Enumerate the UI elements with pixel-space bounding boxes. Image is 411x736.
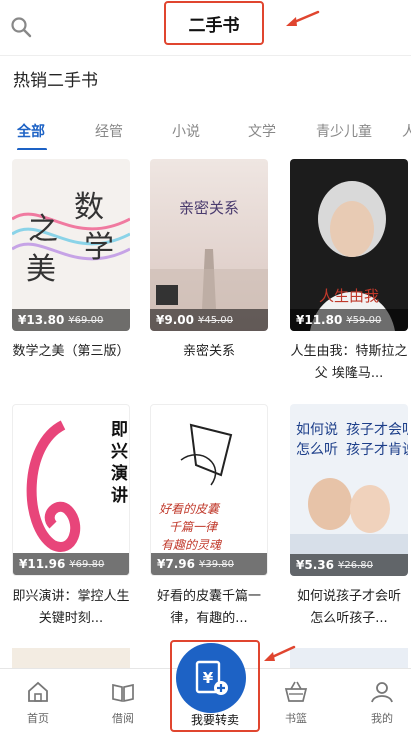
book-price: ¥9.00 — [156, 313, 194, 327]
nav-basket[interactable]: 书篮 — [266, 669, 326, 736]
cover-art-icon: 人生由我 — [310, 181, 395, 331]
cover-art-icon: 即 兴 演 讲 — [26, 420, 128, 552]
sell-button[interactable]: ¥ — [176, 643, 246, 713]
price-bar: ¥11.96 ¥69.80 — [13, 553, 129, 575]
book-cover: 好看的皮囊 千篇一律 有趣的灵魂 ¥7.96 ¥39.80 — [150, 404, 268, 576]
price-bar: ¥13.80 ¥69.00 — [12, 309, 130, 331]
cover-art-icon: 如何说 孩子才会听 怎么听 孩子才肯说 — [290, 422, 408, 576]
nav-home-label: 首页 — [27, 712, 49, 725]
tab-all[interactable]: 全部 — [17, 121, 45, 141]
book-price: ¥7.96 — [157, 557, 195, 571]
top-bar: 二手书 — [0, 0, 411, 56]
cover-art-icon: 亲密关系 — [150, 199, 268, 309]
book-price: ¥11.80 — [296, 313, 343, 327]
svg-text:人生由我: 人生由我 — [319, 287, 379, 305]
page-title: 二手书 — [188, 15, 240, 36]
book-cover: 人生由我 ¥11.80 ¥59.00 — [290, 159, 408, 331]
price-bar: ¥11.80 ¥59.00 — [290, 309, 408, 331]
tab-literature[interactable]: 文学 — [248, 121, 276, 141]
nav-mine[interactable]: 我的 — [352, 669, 411, 736]
book-card[interactable]: 亲密关系 ¥9.00 ¥45.00 亲密关系 — [150, 159, 268, 363]
cover-art-icon: 好看的皮囊 千篇一律 有趣的灵魂 — [159, 423, 233, 552]
book-cover: 亲密关系 ¥9.00 ¥45.00 — [150, 159, 268, 331]
sell-button-label[interactable]: 我要转卖 — [170, 711, 260, 728]
category-tabs: 全部 经管 小说 文学 青少儿童 人 — [0, 118, 411, 150]
price-bar: ¥7.96 ¥39.80 — [151, 553, 267, 575]
svg-text:孩子才会听: 孩子才会听 — [346, 422, 408, 438]
svg-text:¥: ¥ — [203, 669, 214, 687]
book-original-price: ¥26.80 — [337, 559, 373, 571]
svg-text:孩子才肯说: 孩子才肯说 — [346, 442, 408, 458]
svg-text:千篇一律: 千篇一律 — [169, 520, 219, 534]
svg-text:如何说: 如何说 — [296, 422, 338, 438]
nav-home[interactable]: 首页 — [8, 669, 68, 736]
book-icon — [112, 683, 134, 703]
tab-business[interactable]: 经管 — [95, 121, 123, 141]
svg-text:即: 即 — [111, 420, 128, 440]
sell-book-icon: ¥ — [195, 660, 228, 695]
svg-text:怎么听: 怎么听 — [296, 442, 338, 458]
book-original-price: ¥39.80 — [198, 558, 234, 570]
search-icon[interactable] — [10, 16, 32, 38]
nav-borrow-label: 借阅 — [112, 712, 134, 725]
book-cover: 即 兴 演 讲 ¥11.96 ¥69.80 — [12, 404, 130, 576]
cover-art-icon: 数 学 之 美 — [12, 190, 130, 287]
svg-text:之: 之 — [28, 212, 58, 247]
book-price: ¥13.80 — [18, 313, 65, 327]
tab-novel[interactable]: 小说 — [172, 121, 200, 141]
section-title: 热销二手书 — [13, 71, 98, 91]
svg-text:讲: 讲 — [111, 485, 128, 506]
book-original-price: ¥45.00 — [197, 314, 233, 326]
app: 二手书 热销二手书 全部 经管 小说 文学 青少儿童 人 数 学 之 美 ¥13… — [0, 0, 411, 736]
nav-basket-label: 书篮 — [285, 712, 307, 725]
svg-text:学: 学 — [84, 230, 114, 265]
tab-children[interactable]: 青少儿童 — [316, 121, 372, 141]
basket-icon — [284, 681, 308, 702]
book-cover: 数 学 之 美 ¥13.80 ¥69.00 — [12, 159, 130, 331]
book-price: ¥5.36 — [296, 558, 334, 572]
tab-active-indicator — [17, 148, 47, 150]
annotation-arrow-icon — [264, 645, 296, 661]
book-card[interactable]: 如何说 孩子才会听 怎么听 孩子才肯说 ¥5.36 ¥26.80 如何说孩子才会… — [290, 404, 408, 630]
book-title: 如何说孩子才会听 怎么听孩子... — [296, 589, 401, 626]
book-cover: 如何说 孩子才会听 怎么听 孩子才肯说 ¥5.36 ¥26.80 — [290, 404, 408, 576]
nav-borrow[interactable]: 借阅 — [93, 669, 153, 736]
svg-text:兴: 兴 — [111, 442, 128, 462]
book-cover-partial — [12, 648, 130, 670]
book-title: 即兴演讲：掌控人生关键时刻... — [12, 589, 130, 626]
nav-mine-label: 我的 — [371, 712, 393, 725]
user-icon — [371, 682, 393, 703]
price-bar: ¥5.36 ¥26.80 — [290, 554, 408, 576]
book-original-price: ¥59.00 — [346, 314, 382, 326]
book-card[interactable]: 即 兴 演 讲 ¥11.96 ¥69.80 即兴演讲：掌控人生关键时刻... — [12, 404, 130, 630]
home-icon — [28, 681, 48, 702]
price-bar: ¥9.00 ¥45.00 — [150, 309, 268, 331]
svg-text:亲密关系: 亲密关系 — [179, 199, 239, 217]
annotation-arrow-icon — [286, 10, 320, 26]
book-title: 好看的皮囊千篇一律，有趣的... — [156, 589, 261, 626]
svg-text:好看的皮囊: 好看的皮囊 — [159, 502, 221, 516]
book-card[interactable]: 数 学 之 美 ¥13.80 ¥69.00 数学之美（第三版） — [12, 159, 130, 363]
book-card[interactable]: 人生由我 ¥11.80 ¥59.00 人生由我：特斯拉之父 埃隆马... — [290, 159, 408, 385]
book-title: 人生由我：特斯拉之父 埃隆马... — [290, 344, 408, 381]
book-price: ¥11.96 — [19, 557, 66, 571]
book-card[interactable]: 好看的皮囊 千篇一律 有趣的灵魂 ¥7.96 ¥39.80 好看的皮囊千篇一律，… — [150, 404, 268, 630]
book-original-price: ¥69.80 — [69, 558, 105, 570]
title-highlight: 二手书 — [164, 1, 264, 45]
tab-more[interactable]: 人 — [402, 121, 411, 141]
book-title: 亲密关系 — [182, 344, 235, 359]
book-title: 数学之美（第三版） — [12, 344, 130, 359]
svg-text:美: 美 — [26, 252, 56, 287]
svg-text:有趣的灵魂: 有趣的灵魂 — [161, 538, 223, 552]
svg-text:数: 数 — [74, 190, 104, 225]
book-cover-partial — [290, 648, 408, 670]
svg-text:演: 演 — [111, 463, 128, 484]
book-original-price: ¥69.00 — [68, 314, 104, 326]
